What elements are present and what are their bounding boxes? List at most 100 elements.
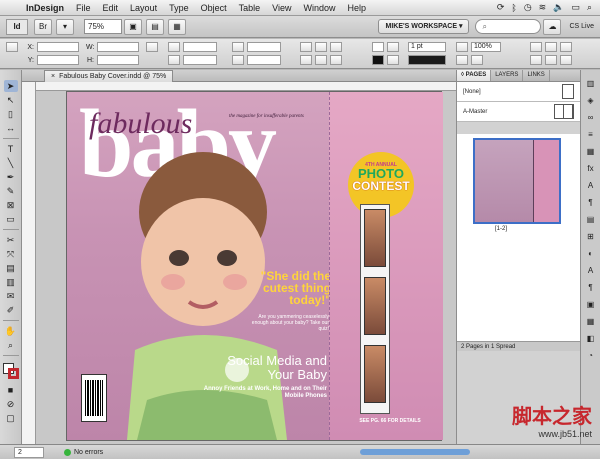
fill-frame-icon[interactable] — [530, 55, 542, 65]
bridge-button[interactable]: Br — [34, 18, 52, 35]
apply-color-icon[interactable]: ■ — [4, 384, 18, 396]
screen-mode-button[interactable]: ▣ — [124, 18, 142, 35]
stroke-type-field[interactable] — [408, 55, 446, 65]
tab-pages[interactable]: ◊ PAGES — [457, 70, 492, 81]
menu-object[interactable]: Object — [195, 3, 233, 13]
text-wrap-panel-icon[interactable]: ▤ — [584, 214, 598, 226]
color-panel-icon[interactable]: ◔ — [584, 350, 598, 362]
search-input[interactable]: ⌕ — [475, 19, 542, 34]
y-field[interactable] — [37, 55, 79, 65]
arrange-documents-button[interactable]: ▤ — [146, 18, 164, 35]
rectangle-frame-tool-icon[interactable]: ⊠ — [4, 199, 18, 211]
see-page-note[interactable]: SEE PG. 66 FOR DETAILS — [350, 418, 430, 424]
cover-social-substory[interactable]: Annoy Friends at Work, Home and on Their… — [187, 386, 327, 400]
stroke-panel-icon[interactable]: ≡ — [584, 129, 598, 141]
front-cover-page[interactable]: baby fabulous the magazine for insuffera… — [67, 92, 329, 440]
wifi-icon[interactable]: ≋ — [539, 2, 547, 13]
preflight-status[interactable]: No errors — [64, 448, 103, 456]
cover-headline[interactable]: "She did the cutest thing today!" — [259, 270, 329, 306]
tab-links[interactable]: LINKS — [523, 70, 550, 81]
gap-tool-icon[interactable]: ↔ — [4, 122, 18, 134]
free-transform-tool-icon[interactable]: ⤧ — [4, 248, 18, 260]
control-menu-icon[interactable] — [560, 55, 572, 65]
object-styles-panel-icon[interactable]: ▣ — [584, 299, 598, 311]
links-panel-icon[interactable]: ∞ — [584, 112, 598, 124]
shear-field[interactable] — [247, 55, 281, 65]
gradient-tool-icon[interactable]: ▤ — [4, 262, 18, 274]
width-field[interactable] — [97, 42, 139, 52]
align-panel-icon[interactable]: ⊞ — [584, 231, 598, 243]
height-field[interactable] — [97, 55, 139, 65]
pages-panel-icon[interactable]: ▥ — [584, 78, 598, 90]
center-content-icon[interactable] — [560, 42, 572, 52]
stroke-weight-field[interactable]: 1 pt — [408, 42, 446, 52]
shear-icon[interactable] — [232, 55, 244, 65]
apply-none-icon[interactable]: ⊘ — [4, 398, 18, 410]
effects-panel-icon[interactable]: fx — [584, 163, 598, 175]
menu-table[interactable]: Table — [233, 3, 267, 13]
masthead-script[interactable]: fabulous — [89, 107, 192, 141]
note-tool-icon[interactable]: ✉ — [4, 290, 18, 302]
zoom-tool-icon[interactable]: ⌕ — [4, 339, 18, 351]
paragraph-panel-icon[interactable]: ¶ — [584, 197, 598, 209]
cover-social-story[interactable]: Social Media and Your Baby — [207, 354, 327, 382]
scale-y-icon[interactable] — [168, 55, 180, 65]
cs-live-icon[interactable]: ☁ — [543, 18, 562, 35]
pencil-tool-icon[interactable]: ✎ — [4, 185, 18, 197]
document-tab[interactable]: × Fabulous Baby Cover.indd @ 75% — [44, 70, 174, 82]
time-machine-icon[interactable]: ◷ — [524, 2, 532, 13]
rotate-icon[interactable] — [232, 42, 244, 52]
horizontal-scrollbar[interactable] — [360, 449, 470, 455]
layers-panel-icon[interactable]: ◈ — [584, 95, 598, 107]
character-styles-panel-icon[interactable]: A — [584, 265, 598, 277]
drop-shadow-icon[interactable] — [456, 55, 468, 65]
scale-x-field[interactable] — [183, 42, 217, 52]
master-none-row[interactable]: [None] — [457, 82, 580, 102]
scissors-tool-icon[interactable]: ✂ — [4, 234, 18, 246]
pen-tool-icon[interactable]: ✒ — [4, 171, 18, 183]
fx-icon[interactable] — [456, 42, 468, 52]
cs-live-label[interactable]: CS Live — [569, 23, 594, 30]
menu-type[interactable]: Type — [163, 3, 195, 13]
pages-list[interactable]: [1-2] — [457, 134, 581, 341]
rotate-field[interactable] — [247, 42, 281, 52]
fill-swatch-icon[interactable] — [372, 42, 384, 52]
page-spread[interactable]: baby fabulous the magazine for insuffera… — [66, 91, 443, 441]
scale-x-icon[interactable] — [168, 42, 180, 52]
page-tool-icon[interactable]: ▯ — [4, 108, 18, 120]
fill-menu-icon[interactable] — [387, 42, 399, 52]
flip-vertical-icon[interactable] — [330, 55, 342, 65]
vertical-ruler[interactable] — [22, 82, 36, 444]
menu-view[interactable]: View — [266, 3, 297, 13]
spotlight-icon[interactable]: ⌕ — [587, 2, 592, 13]
menu-edit[interactable]: Edit — [97, 3, 125, 13]
document-canvas[interactable]: baby fabulous the magazine for insuffera… — [36, 91, 456, 444]
menu-help[interactable]: Help — [342, 3, 373, 13]
filmstrip-photo[interactable] — [364, 345, 386, 403]
x-field[interactable] — [37, 42, 79, 52]
zoom-field[interactable]: 75% — [84, 19, 122, 34]
screen-mode-icon[interactable]: ▢ — [4, 412, 18, 424]
fit-content-icon[interactable] — [530, 42, 542, 52]
fill-stroke-swatch[interactable] — [2, 363, 19, 379]
select-container-icon[interactable] — [300, 55, 312, 65]
stroke-swatch[interactable] — [7, 368, 19, 379]
cover-subhead[interactable]: Are you yammering ceaselessly enough abo… — [243, 314, 329, 332]
table-panel-icon[interactable]: ▦ — [584, 316, 598, 328]
page-number-field[interactable]: 2 — [14, 446, 44, 458]
rectangle-tool-icon[interactable]: ▭ — [4, 213, 18, 225]
fit-proportional-icon[interactable] — [545, 55, 557, 65]
reference-point-icon[interactable] — [6, 42, 18, 52]
character-panel-icon[interactable]: A — [584, 180, 598, 192]
menu-window[interactable]: Window — [297, 3, 341, 13]
stroke-swatch-icon[interactable] — [372, 55, 384, 65]
back-page[interactable]: 4TH ANNUAL PHOTO CONTEST SEE PG. 66 FOR … — [329, 92, 443, 440]
select-content-icon[interactable] — [315, 55, 327, 65]
flip-horizontal-icon[interactable] — [330, 42, 342, 52]
menu-indesign[interactable]: InDesign — [20, 3, 70, 13]
masthead-tagline[interactable]: the magazine for insufferable parents — [229, 114, 304, 119]
barcode[interactable] — [81, 374, 107, 422]
type-tool-icon[interactable]: T — [4, 143, 18, 155]
rotate-cw-icon[interactable] — [300, 42, 312, 52]
filmstrip-photo[interactable] — [364, 277, 386, 335]
